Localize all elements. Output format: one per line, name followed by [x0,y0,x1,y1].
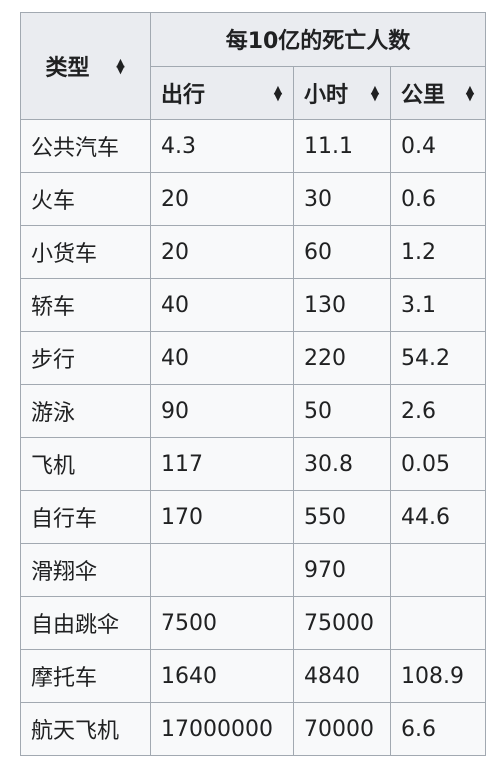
cell-type: 小货车 [20,225,151,279]
cell-trip [150,543,294,597]
cell-km: 1.2 [390,225,486,279]
table-row: 游泳 90 50 2.6 [20,384,486,438]
table-row: 步行 40 220 54.2 [20,331,486,385]
table-body: 公共汽车 4.3 11.1 0.4 火车 20 30 0.6 小货车 20 60… [20,119,486,756]
cell-hour: 75000 [293,596,391,650]
cell-km: 2.6 [390,384,486,438]
cell-km: 54.2 [390,331,486,385]
sort-icon[interactable]: ▲ ▼ [116,57,126,75]
cell-trip: 17000000 [150,702,294,756]
cell-type: 轿车 [20,278,151,332]
cell-type: 航天飞机 [20,702,151,756]
cell-hour: 30 [293,172,391,226]
table-row: 公共汽车 4.3 11.1 0.4 [20,119,486,173]
cell-km: 108.9 [390,649,486,703]
cell-hour: 4840 [293,649,391,703]
table-row: 火车 20 30 0.6 [20,172,486,226]
fatality-rate-table: 类型 ▲ ▼ 每10亿的死亡人数 出行 ▲ ▼ 小时 ▲ ▼ 公里 ▲ ▼ 公共… [20,12,486,756]
cell-km: 0.05 [390,437,486,491]
cell-hour: 50 [293,384,391,438]
cell-trip: 20 [150,225,294,279]
cell-type: 公共汽车 [20,119,151,173]
column-header-km-label: 公里 [401,82,446,108]
cell-trip: 117 [150,437,294,491]
cell-hour: 70000 [293,702,391,756]
cell-hour: 60 [293,225,391,279]
column-header-hour-label: 小时 [304,82,349,108]
cell-type: 自由跳伞 [20,596,151,650]
sort-icon[interactable]: ▲ ▼ [465,84,475,102]
column-header-type[interactable]: 类型 ▲ ▼ [20,12,151,120]
column-header-type-label: 类型 [45,56,90,81]
cell-trip: 4.3 [150,119,294,173]
cell-trip: 170 [150,490,294,544]
table-row: 自行车 170 550 44.6 [20,490,486,544]
table-row: 轿车 40 130 3.1 [20,278,486,332]
table-row: 自由跳伞 7500 75000 [20,596,486,650]
table-row: 飞机 117 30.8 0.05 [20,437,486,491]
cell-km: 6.6 [390,702,486,756]
column-header-hour[interactable]: 小时 ▲ ▼ [293,65,391,120]
cell-km: 0.6 [390,172,486,226]
cell-trip: 40 [150,331,294,385]
cell-type: 步行 [20,331,151,385]
sort-icon[interactable]: ▲ ▼ [273,84,283,102]
cell-type: 自行车 [20,490,151,544]
cell-hour: 11.1 [293,119,391,173]
column-group-header: 每10亿的死亡人数 [150,12,486,67]
table-row: 滑翔伞 970 [20,543,486,597]
cell-km: 44.6 [390,490,486,544]
cell-hour: 130 [293,278,391,332]
sort-icon[interactable]: ▲ ▼ [370,84,380,102]
cell-hour: 970 [293,543,391,597]
cell-hour: 220 [293,331,391,385]
cell-trip: 90 [150,384,294,438]
cell-km [390,596,486,650]
column-header-trip-label: 出行 [161,82,206,108]
cell-hour: 550 [293,490,391,544]
table-row: 摩托车 1640 4840 108.9 [20,649,486,703]
cell-type: 游泳 [20,384,151,438]
column-header-km[interactable]: 公里 ▲ ▼ [390,65,486,120]
cell-type: 火车 [20,172,151,226]
cell-trip: 40 [150,278,294,332]
table-row: 小货车 20 60 1.2 [20,225,486,279]
cell-type: 滑翔伞 [20,543,151,597]
cell-trip: 7500 [150,596,294,650]
cell-type: 摩托车 [20,649,151,703]
cell-trip: 20 [150,172,294,226]
cell-km: 0.4 [390,119,486,173]
table-row: 航天飞机 17000000 70000 6.6 [20,702,486,756]
cell-km: 3.1 [390,278,486,332]
cell-trip: 1640 [150,649,294,703]
column-header-trip[interactable]: 出行 ▲ ▼ [150,65,294,120]
cell-hour: 30.8 [293,437,391,491]
cell-type: 飞机 [20,437,151,491]
cell-km [390,543,486,597]
